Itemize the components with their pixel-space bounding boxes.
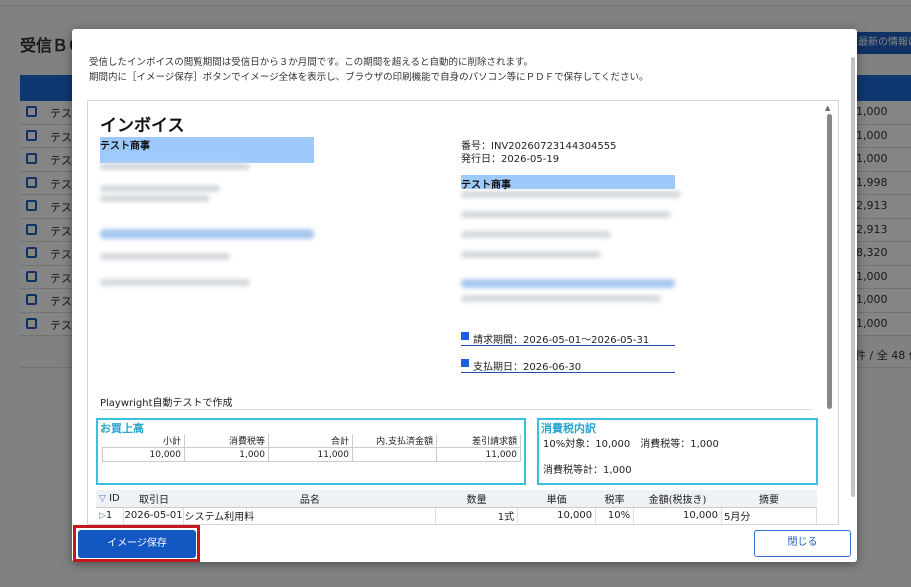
billing-period-text: 請求期間：2026-05-01～2026-05-31: [473, 335, 650, 346]
invoice-modal: 受信したインボイスの閲覧期間は受信日から３か月間です。この期間を超えると自動的に…: [72, 29, 857, 562]
redacted-text: [100, 229, 314, 239]
notice-line-2: 期間内に［イメージ保存］ボタンでイメージ全体を表示し、ブラウザの印刷機能で自身の…: [89, 72, 649, 83]
redacted-text: [100, 279, 250, 286]
tax-line-1: 10%対象：10,000 消費税等：1,000: [543, 439, 719, 450]
redacted-text: [461, 231, 611, 238]
invoice-viewer[interactable]: インボイス テスト商事 番号：INV20260723144304555 発行日：…: [87, 100, 839, 525]
billing-period: 請求期間：2026-05-01～2026-05-31: [461, 331, 675, 346]
detail-header-item: 品名: [183, 490, 436, 508]
detail-cell-taxrate: 10%: [595, 507, 635, 524]
detail-header-price: 単価: [517, 490, 596, 508]
triangle-right-icon: ▷: [99, 511, 106, 522]
detail-header-amount: 金額(税抜き): [633, 490, 722, 508]
detail-cell-price: 10,000: [517, 507, 597, 524]
sales-header-cell: 差引請求額: [436, 434, 521, 448]
detail-header-date: 取引日: [123, 490, 184, 508]
sales-header-cell: 内.支払済金額: [352, 434, 437, 448]
detail-cell-id[interactable]: ▷1: [96, 507, 125, 524]
notice-line-1: 受信したインボイスの閲覧期間は受信日から３か月間です。この期間を超えると自動的に…: [89, 57, 534, 68]
redacted-text: [100, 185, 220, 192]
tax-line-2: 消費税等計：1,000: [543, 465, 632, 476]
redacted-text: [100, 163, 250, 170]
detail-header-note: 摘要: [721, 490, 817, 508]
detail-cell-amount: 10,000: [633, 507, 723, 524]
sales-summary-table: 小計 消費税等 合計 内.支払済金額 差引請求額 10,000 1,000 11,000 11…: [102, 434, 521, 462]
sales-summary-box: お買上高 小計 消費税等 合計 内.支払済金額 差引請求額 10,000 1,000 11,…: [96, 418, 526, 485]
sales-header-cell: 消費税等: [184, 434, 269, 448]
sales-header-cell: 小計: [102, 434, 185, 448]
redacted-text: [100, 253, 230, 260]
detail-cell-note: 5月分: [721, 507, 817, 524]
detail-cell-date: 2026-05-01: [123, 507, 185, 524]
close-button[interactable]: 閉じる: [754, 530, 851, 557]
sales-value-cell: [352, 447, 437, 462]
redacted-text: [461, 191, 681, 198]
detail-cell-item: システム利用料: [183, 507, 437, 524]
sales-value-cell: 11,000: [436, 447, 521, 462]
detail-header-qty: 数量: [435, 490, 518, 508]
scroll-up-icon[interactable]: ▲: [825, 104, 830, 112]
tax-breakdown-box: 消費税内訳 10%対象：10,000 消費税等：1,000 消費税等計：1,00…: [537, 418, 818, 485]
redacted-text: [461, 211, 671, 218]
divider: [100, 409, 812, 410]
modal-scrollbar[interactable]: [851, 57, 855, 497]
table-row[interactable]: ▷1 2026-05-01 システム利用料 1式 10,000 10% 10,0…: [96, 507, 817, 524]
detail-header-id[interactable]: ▽ ID: [96, 490, 124, 508]
detail-table: ▽ ID 取引日 品名 数量 単価 税率 金額(税抜き) 摘要 ▷1 2026-…: [96, 490, 817, 524]
sales-header-cell: 合計: [268, 434, 353, 448]
sales-value-cell: 1,000: [184, 447, 269, 462]
detail-cell-qty: 1式: [435, 507, 519, 524]
due-date: 支払期日：2026-06-30: [461, 358, 675, 373]
issue-date: 発行日：2026-05-19: [461, 154, 560, 165]
redacted-text: [461, 251, 601, 258]
memo-text: Playwright自動テストで作成: [100, 398, 233, 409]
invoice-title: インボイス: [100, 116, 185, 136]
square-icon: [461, 359, 469, 367]
scrollbar-thumb[interactable]: [827, 114, 832, 409]
redacted-text: [461, 295, 661, 302]
sales-value-cell: 11,000: [268, 447, 353, 462]
triangle-down-icon: ▽: [99, 493, 106, 504]
redacted-text: [461, 279, 675, 288]
square-icon: [461, 332, 469, 340]
save-image-button[interactable]: イメージ保存: [78, 530, 196, 558]
sales-value-cell: 10,000: [102, 447, 185, 462]
recipient-name: テスト商事: [461, 180, 511, 191]
redacted-text: [100, 195, 210, 202]
notice-text: 受信したインボイスの閲覧期間は受信日から３か月間です。この期間を超えると自動的に…: [89, 55, 649, 85]
sender-name: テスト商事: [100, 141, 150, 152]
due-date-text: 支払期日：2026-06-30: [473, 362, 582, 373]
detail-header-taxrate: 税率: [595, 490, 634, 508]
tax-breakdown-title: 消費税内訳: [541, 422, 596, 435]
